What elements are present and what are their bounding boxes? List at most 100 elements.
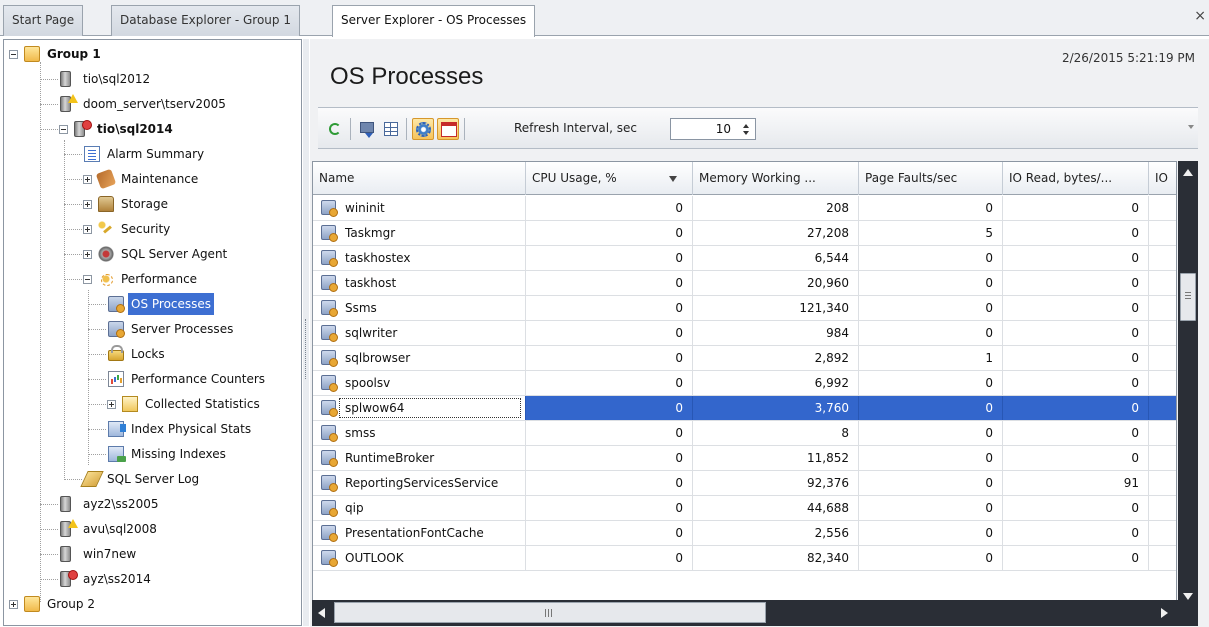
agent-icon bbox=[98, 246, 114, 262]
tree-item[interactable]: Maintenance bbox=[95, 168, 201, 190]
tree-item-label: ayz\ss2014 bbox=[83, 572, 151, 586]
tree-item[interactable]: SQL Server Log bbox=[80, 468, 202, 490]
tree-item[interactable]: Performance Counters bbox=[108, 368, 268, 390]
tree-item[interactable]: Index Physical Stats bbox=[108, 418, 254, 440]
column-header[interactable]: IO Read, bytes/... bbox=[1003, 162, 1149, 195]
table-row[interactable]: PresentationFontCache 0 2,556 0 0 bbox=[313, 521, 1176, 546]
expand-icon[interactable] bbox=[83, 250, 92, 259]
table-row[interactable]: splwow64 0 3,760 0 0 bbox=[313, 396, 1176, 421]
collapse-icon[interactable] bbox=[9, 50, 18, 59]
tree-item[interactable]: Locks bbox=[108, 343, 168, 365]
scroll-up-icon[interactable] bbox=[1183, 169, 1193, 176]
column-header[interactable]: CPU Usage, % bbox=[526, 162, 693, 195]
column-header[interactable]: IO bbox=[1149, 162, 1176, 195]
auto-refresh-button[interactable] bbox=[412, 118, 434, 140]
panel-splitter[interactable] bbox=[303, 39, 309, 626]
horizontal-scroll-thumb[interactable] bbox=[334, 602, 766, 623]
tree-item[interactable]: ayz\ss2014 bbox=[60, 568, 154, 590]
table-row[interactable]: RuntimeBroker 0 11,852 0 0 bbox=[313, 446, 1176, 471]
cell-text: 27,208 bbox=[807, 226, 849, 240]
tree-item-label: Performance bbox=[121, 272, 198, 286]
column-header[interactable]: Name bbox=[313, 162, 526, 195]
scroll-left-icon[interactable] bbox=[318, 608, 325, 618]
table-row[interactable]: Taskmgr 0 27,208 5 0 bbox=[313, 221, 1176, 246]
grid-settings-button[interactable] bbox=[380, 118, 402, 140]
tab-server-explorer-os-processes[interactable]: Server Explorer - OS Processes bbox=[332, 5, 536, 37]
tree-item[interactable]: tio\sql2012 bbox=[60, 68, 153, 90]
collapse-icon[interactable] bbox=[59, 125, 68, 134]
tree-connector-line bbox=[88, 429, 106, 430]
splitter-grip[interactable] bbox=[305, 319, 307, 379]
expand-icon[interactable] bbox=[83, 200, 92, 209]
cell-text: RuntimeBroker bbox=[345, 451, 435, 465]
cell-text: 0 bbox=[675, 226, 683, 240]
table-cell: 2,892 bbox=[693, 346, 859, 370]
refresh-button[interactable] bbox=[324, 118, 346, 140]
collapse-icon[interactable] bbox=[83, 275, 92, 284]
horizontal-scrollbar[interactable] bbox=[312, 600, 1178, 626]
table-row[interactable]: spoolsv 0 6,992 0 0 bbox=[313, 371, 1176, 396]
tree-item[interactable]: doom_server\tserv2005 bbox=[60, 93, 229, 115]
column-header[interactable]: Memory Working ... bbox=[693, 162, 859, 195]
cell-text: 0 bbox=[1131, 501, 1139, 515]
table-row[interactable]: sqlwriter 0 984 0 0 bbox=[313, 321, 1176, 346]
tree-item[interactable]: Alarm Summary bbox=[84, 143, 207, 165]
tab-start-page[interactable]: Start Page bbox=[3, 5, 84, 36]
tree-item[interactable]: SQL Server Agent bbox=[98, 243, 230, 265]
table-row[interactable]: wininit 0 208 0 0 bbox=[313, 196, 1176, 221]
table-row[interactable]: qip 0 44,688 0 0 bbox=[313, 496, 1176, 521]
table-cell: 0 bbox=[859, 396, 1003, 420]
refresh-interval-spinner[interactable]: 10 bbox=[670, 118, 756, 140]
table-cell: 0 bbox=[1003, 521, 1149, 545]
tree-item[interactable]: Server Processes bbox=[108, 318, 236, 340]
expand-icon[interactable] bbox=[83, 175, 92, 184]
tree-connector-line bbox=[40, 62, 41, 602]
spin-down-icon[interactable] bbox=[743, 131, 749, 135]
table-cell: 44,688 bbox=[693, 496, 859, 520]
table-row[interactable]: smss 0 8 0 0 bbox=[313, 421, 1176, 446]
tree-item[interactable]: Performance bbox=[98, 268, 200, 290]
spin-up-icon[interactable] bbox=[743, 124, 749, 128]
tree-item[interactable]: Group 1 bbox=[24, 43, 104, 65]
table-row[interactable]: taskhostex 0 6,544 0 0 bbox=[313, 246, 1176, 271]
tree-item[interactable]: OS Processes bbox=[108, 293, 215, 315]
table-cell: 0 bbox=[859, 496, 1003, 520]
vertical-scroll-thumb[interactable] bbox=[1180, 273, 1196, 321]
tree-item[interactable]: Group 2 bbox=[24, 593, 98, 615]
tree-item[interactable]: ayz2\ss2005 bbox=[60, 493, 161, 515]
close-tab-icon[interactable]: × bbox=[1194, 8, 1206, 24]
expand-icon[interactable] bbox=[9, 600, 18, 609]
collected-statistics-icon bbox=[122, 396, 138, 412]
export-button[interactable] bbox=[356, 118, 378, 140]
window-button[interactable] bbox=[437, 118, 459, 140]
tree-connector-line bbox=[64, 204, 82, 205]
tab-database-explorer[interactable]: Database Explorer - Group 1 bbox=[111, 5, 300, 36]
table-row[interactable]: OUTLOOK 0 82,340 0 0 bbox=[313, 546, 1176, 571]
table-row[interactable]: Ssms 0 121,340 0 0 bbox=[313, 296, 1176, 321]
column-header[interactable]: Page Faults/sec bbox=[859, 162, 1003, 195]
expand-icon[interactable] bbox=[107, 400, 116, 409]
scroll-down-icon[interactable] bbox=[1183, 593, 1193, 600]
performance-counters-icon bbox=[108, 371, 124, 387]
table-cell: 0 bbox=[526, 346, 693, 370]
maintenance-icon bbox=[95, 168, 117, 190]
vertical-scrollbar[interactable] bbox=[1178, 161, 1198, 626]
tree-item[interactable]: Storage bbox=[98, 193, 171, 215]
tree-item[interactable]: Missing Indexes bbox=[108, 443, 229, 465]
missing-indexes-icon bbox=[108, 446, 126, 462]
table-row[interactable]: ReportingServicesService 0 92,376 0 91 bbox=[313, 471, 1176, 496]
tree-item[interactable]: Security bbox=[98, 218, 173, 240]
toolbar-overflow-icon[interactable] bbox=[1188, 125, 1194, 129]
tree-item[interactable]: avu\sql2008 bbox=[60, 518, 160, 540]
table-row[interactable]: taskhost 0 20,960 0 0 bbox=[313, 271, 1176, 296]
scroll-right-icon[interactable] bbox=[1161, 608, 1168, 618]
tree-item-label: Server Processes bbox=[131, 322, 234, 336]
tree-item-label: SQL Server Agent bbox=[121, 247, 228, 261]
table-row[interactable]: sqlbrowser 0 2,892 1 0 bbox=[313, 346, 1176, 371]
process-icon bbox=[321, 200, 338, 217]
expand-icon[interactable] bbox=[83, 225, 92, 234]
tree-item[interactable]: tio\sql2014 bbox=[74, 118, 176, 140]
os-processes-icon bbox=[108, 296, 125, 313]
tree-item[interactable]: Collected Statistics bbox=[122, 393, 263, 415]
tree-item[interactable]: win7new bbox=[60, 543, 139, 565]
